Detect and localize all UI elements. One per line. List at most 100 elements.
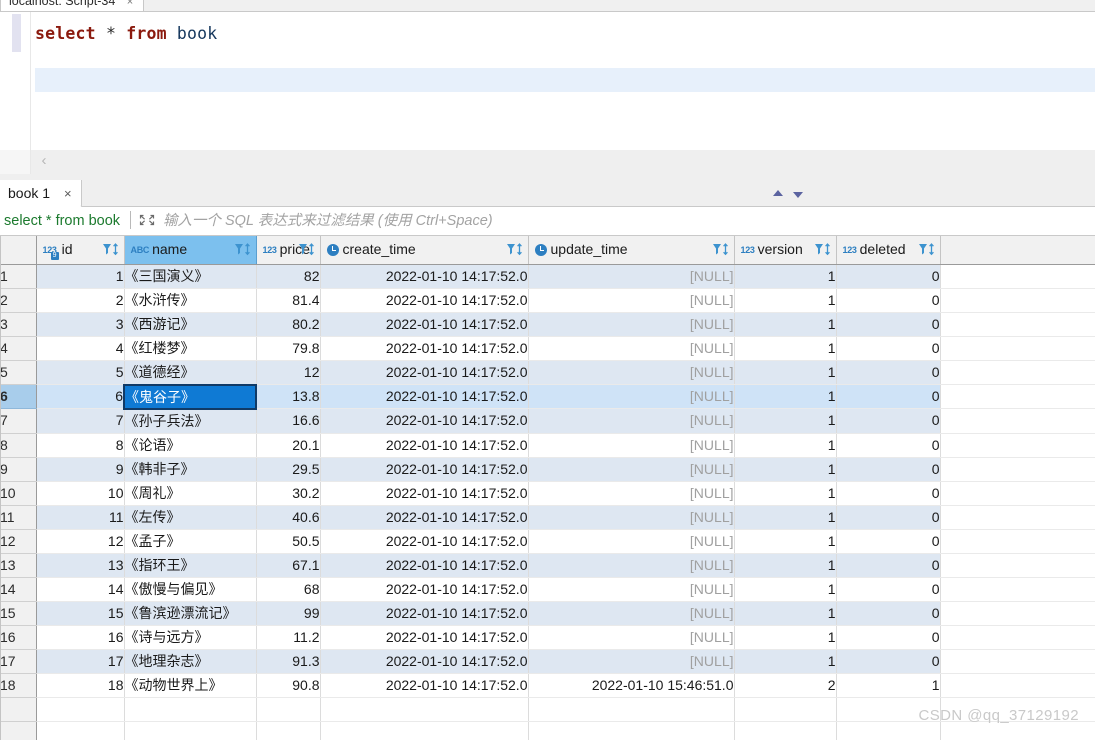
row-number-cell[interactable]: 8 (0, 433, 37, 458)
cell-price[interactable]: 80.2 (256, 312, 321, 337)
cell-deleted[interactable]: 0 (836, 505, 941, 530)
cell-id[interactable]: 16 (36, 625, 125, 650)
cell-update_time-null[interactable]: [NULL] (528, 336, 735, 361)
cell-version[interactable]: 1 (734, 601, 837, 626)
row-number-cell[interactable]: 9 (0, 457, 37, 482)
row-number-cell[interactable]: 10 (0, 481, 37, 506)
cell-deleted[interactable]: 0 (836, 577, 941, 602)
cell-deleted[interactable]: 0 (836, 336, 941, 361)
cell-create_time[interactable]: 2022-01-10 14:17:52.0 (320, 481, 529, 506)
row-number-cell[interactable]: 4 (0, 336, 37, 361)
cell-create_time[interactable]: 2022-01-10 14:17:52.0 (320, 433, 529, 458)
table-row[interactable]: 4 4 《红楼梦》 79.8 2022-01-10 14:17:52.0 [NULL] 1 0 (0, 336, 1095, 361)
result-data-grid[interactable]: 1239 id ABC name 123 price create_time update_t… (0, 236, 1095, 740)
cell-version[interactable]: 1 (734, 336, 837, 361)
cell-id[interactable]: 6 (36, 384, 125, 409)
grid-corner-cell[interactable] (0, 236, 37, 265)
cell-deleted[interactable]: 0 (836, 529, 941, 554)
cell-price[interactable]: 30.2 (256, 481, 321, 506)
cell-id[interactable]: 10 (36, 481, 125, 506)
table-row[interactable]: 7 7 《孙子兵法》 16.6 2022-01-10 14:17:52.0 [NULL] 1… (0, 408, 1095, 434)
cell-name[interactable]: 《孙子兵法》 (124, 408, 257, 434)
cell-id[interactable]: 12 (36, 529, 125, 554)
cell-create_time[interactable]: 2022-01-10 14:17:52.0 (320, 553, 529, 578)
cell-name[interactable]: 《三国演义》 (124, 264, 257, 289)
cell-update_time-null[interactable]: [NULL] (528, 288, 735, 313)
table-row[interactable]: 17 17 《地理杂志》 91.3 2022-01-10 14:17:52.0 [NULL… (0, 649, 1095, 674)
cell-price[interactable]: 12 (256, 360, 321, 385)
filter-sort-icon[interactable] (712, 242, 730, 258)
row-number-cell[interactable]: 3 (0, 312, 37, 337)
cell-price[interactable]: 91.3 (256, 649, 321, 674)
cell-update_time-null[interactable]: [NULL] (528, 625, 735, 650)
cell-update_time-null[interactable]: [NULL] (528, 408, 735, 434)
cell-deleted[interactable]: 0 (836, 649, 941, 674)
cell-id[interactable]: 18 (36, 673, 125, 698)
cell-update_time-null[interactable]: [NULL] (528, 457, 735, 482)
table-row[interactable]: 3 3 《西游记》 80.2 2022-01-10 14:17:52.0 [NULL] 1 0 (0, 312, 1095, 337)
cell-price[interactable]: 81.4 (256, 288, 321, 313)
cell-name[interactable]: 《西游记》 (124, 312, 257, 337)
filter-sort-icon[interactable] (102, 242, 120, 258)
table-row[interactable]: 10 10 《周礼》 30.2 2022-01-10 14:17:52.0 [NULL] 1… (0, 481, 1095, 506)
table-row[interactable]: 2 2 《水浒传》 81.4 2022-01-10 14:17:52.0 [NULL] 1 0 (0, 288, 1095, 313)
column-header-create_time[interactable]: create_time (320, 236, 529, 265)
cell-version[interactable]: 1 (734, 553, 837, 578)
cell-name[interactable]: 《指环王》 (124, 553, 257, 578)
cell-name[interactable]: 《诗与远方》 (124, 625, 257, 650)
cell-id[interactable]: 17 (36, 649, 125, 674)
tab-book-1[interactable]: book 1 × (0, 180, 82, 207)
triangle-down-icon[interactable] (792, 192, 803, 198)
cell-update_time-null[interactable]: [NULL] (528, 433, 735, 458)
cell-id[interactable]: 1 (36, 264, 125, 289)
cell-price[interactable]: 11.2 (256, 625, 321, 650)
table-row[interactable]: 9 9 《韩非子》 29.5 2022-01-10 14:17:52.0 [NULL] 1 0 (0, 457, 1095, 482)
column-header-update_time[interactable]: update_time (528, 236, 735, 265)
cell-deleted[interactable]: 0 (836, 457, 941, 482)
cell-price[interactable]: 67.1 (256, 553, 321, 578)
row-number-cell[interactable]: 16 (0, 625, 37, 650)
cell-update_time-null[interactable]: [NULL] (528, 553, 735, 578)
close-icon[interactable]: × (64, 186, 72, 201)
cell-name[interactable]: 《动物世界上》 (124, 673, 257, 698)
cell-deleted[interactable]: 1 (836, 673, 941, 698)
row-number-cell[interactable]: 5 (0, 360, 37, 385)
cell-update_time-null[interactable]: [NULL] (528, 577, 735, 602)
editor-code-area[interactable]: select * from book (31, 12, 1095, 150)
cell-version[interactable]: 1 (734, 529, 837, 554)
cell-version[interactable]: 1 (734, 264, 837, 289)
cell-price[interactable]: 50.5 (256, 529, 321, 554)
cell-create_time[interactable]: 2022-01-10 14:17:52.0 (320, 673, 529, 698)
cell-version[interactable]: 1 (734, 577, 837, 602)
cell-id[interactable]: 15 (36, 601, 125, 626)
cell-version[interactable]: 1 (734, 433, 837, 458)
cell-deleted[interactable]: 0 (836, 553, 941, 578)
cell-id[interactable]: 3 (36, 312, 125, 337)
cell-id[interactable]: 8 (36, 433, 125, 458)
cell-update_time-null[interactable]: [NULL] (528, 649, 735, 674)
table-row[interactable]: 15 15 《鲁滨逊漂流记》 99 2022-01-10 14:17:52.0 [NULL… (0, 601, 1095, 626)
column-header-version[interactable]: 123 version (734, 236, 837, 265)
selected-cell[interactable]: 《鬼谷子》 (123, 383, 257, 410)
cell-name[interactable]: 《孟子》 (124, 529, 257, 554)
table-row[interactable]: 1 1 《三国演义》 82 2022-01-10 14:17:52.0 [NULL] 1 0 (0, 264, 1095, 289)
filter-sort-icon[interactable] (298, 242, 316, 258)
cell-name[interactable]: 《地理杂志》 (124, 649, 257, 674)
cell-price[interactable]: 40.6 (256, 505, 321, 530)
cell-price[interactable]: 90.8 (256, 673, 321, 698)
table-row[interactable]: 13 13 《指环王》 67.1 2022-01-10 14:17:52.0 [NULL]… (0, 553, 1095, 578)
cell-create_time[interactable]: 2022-01-10 14:17:52.0 (320, 457, 529, 482)
cell-name[interactable]: 《韩非子》 (124, 457, 257, 482)
cell-id[interactable]: 2 (36, 288, 125, 313)
cell-version[interactable]: 1 (734, 505, 837, 530)
cell-deleted[interactable]: 0 (836, 601, 941, 626)
table-row[interactable]: 12 12 《孟子》 50.5 2022-01-10 14:17:52.0 [NULL] 1… (0, 529, 1095, 554)
expand-arrows-icon[interactable] (137, 211, 157, 229)
cell-price[interactable]: 29.5 (256, 457, 321, 482)
filter-sort-icon[interactable] (506, 242, 524, 258)
filter-sort-icon[interactable] (918, 242, 936, 258)
chevron-left-icon[interactable]: ‹ (36, 153, 52, 169)
cell-id[interactable]: 11 (36, 505, 125, 530)
cell-update_time-null[interactable]: [NULL] (528, 312, 735, 337)
table-row[interactable]: 18 18 《动物世界上》 90.8 2022-01-10 14:17:52.0 2022… (0, 673, 1095, 698)
